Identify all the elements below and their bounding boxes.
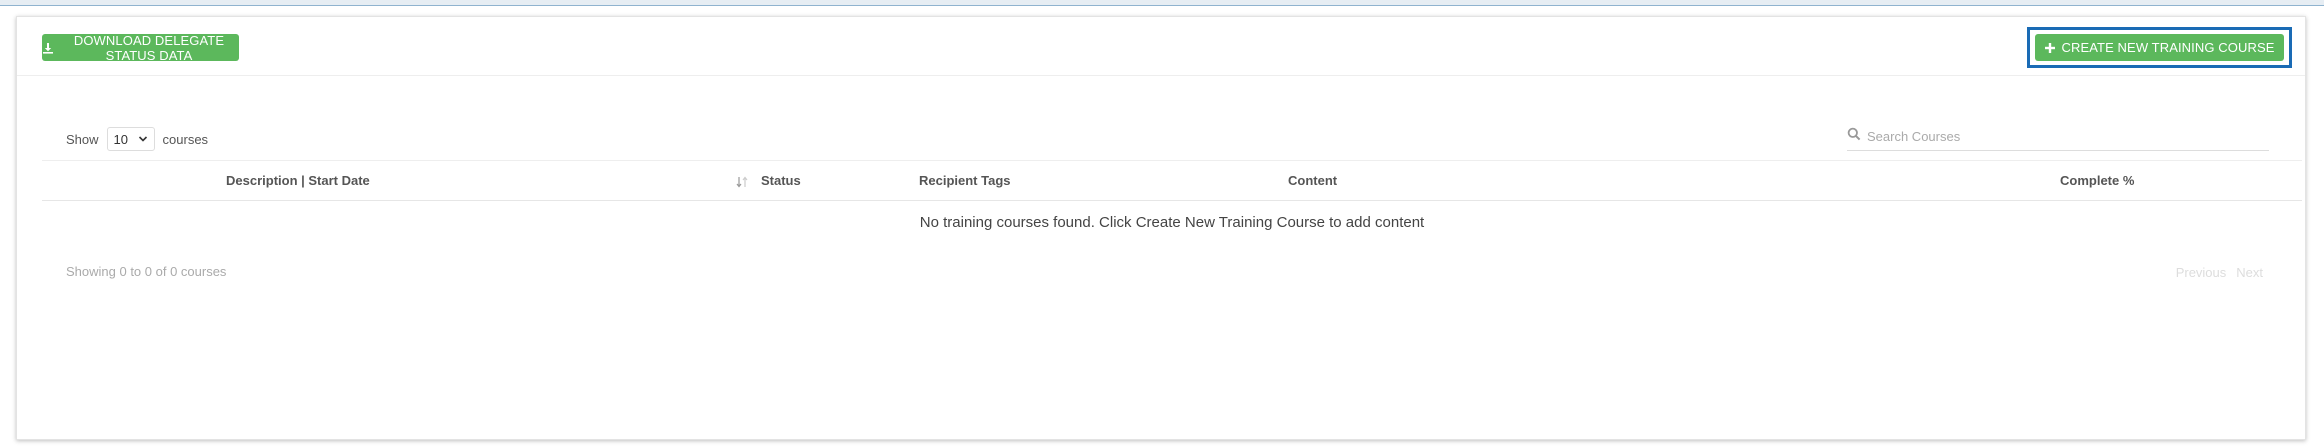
page-size-value: 10 [113, 131, 128, 147]
download-icon [42, 42, 54, 54]
column-header-complete[interactable]: Complete % [2052, 160, 2302, 201]
page-size-select[interactable]: 10 [106, 127, 155, 151]
show-label: Show [66, 131, 99, 147]
create-button-label: CREATE NEW TRAINING COURSE [2061, 40, 2275, 55]
courses-panel: DOWNLOAD DELEGATE STATUS DATA CREATE NEW… [16, 16, 2306, 440]
column-header-content[interactable]: Content [1280, 160, 2052, 201]
courses-table-wrap: Description | Start Date Status Recipien… [42, 160, 2302, 245]
column-header-status[interactable]: Status [753, 160, 911, 201]
table-row: No training courses found. Click Create … [42, 201, 2302, 245]
chevron-down-icon [138, 132, 148, 147]
search-box [1847, 123, 2269, 151]
search-input[interactable] [1867, 129, 2247, 144]
pagination: Previous Next [2176, 265, 2263, 280]
plus-icon [2044, 42, 2056, 54]
next-page-button[interactable]: Next [2236, 265, 2263, 280]
empty-table-message: No training courses found. Click Create … [919, 214, 1425, 232]
table-info: Showing 0 to 0 of 0 courses [66, 264, 227, 279]
courses-table: Description | Start Date Status Recipien… [42, 160, 2302, 245]
previous-page-button[interactable]: Previous [2176, 265, 2227, 280]
column-header-description[interactable]: Description | Start Date [42, 160, 753, 201]
download-button-label: DOWNLOAD DELEGATE STATUS DATA [73, 32, 225, 63]
page-length-control: Show 10 courses [66, 127, 208, 151]
top-divider [0, 0, 2324, 6]
search-icon [1847, 127, 1861, 146]
create-training-course-button[interactable]: CREATE NEW TRAINING COURSE [2035, 34, 2284, 61]
panel-header [17, 17, 2305, 76]
table-header-row: Description | Start Date Status Recipien… [42, 160, 2302, 201]
courses-label: courses [162, 131, 209, 147]
download-delegate-status-button[interactable]: DOWNLOAD DELEGATE STATUS DATA [42, 32, 239, 63]
column-header-recipient-tags[interactable]: Recipient Tags [911, 160, 1280, 201]
